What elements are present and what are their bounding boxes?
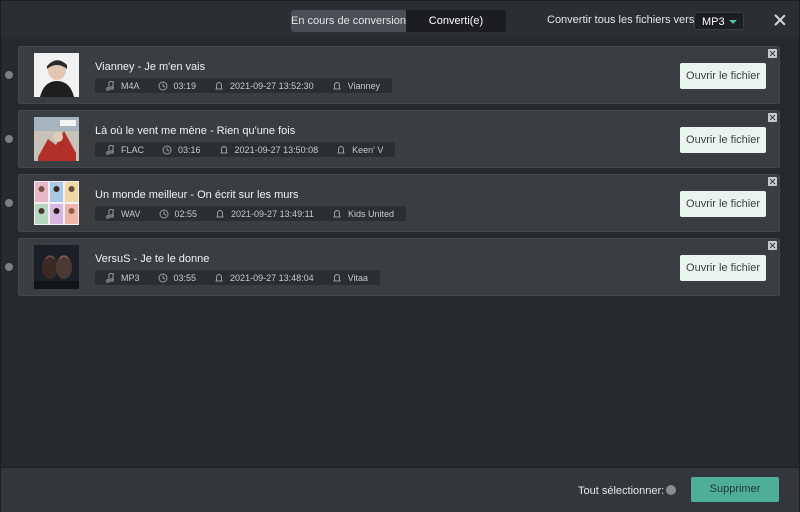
track-title: Là où le vent me mène - Rien qu'une fois	[95, 125, 296, 137]
bell-icon	[336, 145, 346, 155]
bell-icon	[332, 209, 342, 219]
chevron-down-icon	[729, 20, 737, 24]
track-card: Là où le vent me mène - Rien qu'une fois…	[18, 110, 780, 168]
artist-value: Keen' V	[352, 144, 384, 155]
delete-button[interactable]: Supprimer	[691, 477, 779, 502]
duration-value: 03:19	[173, 80, 197, 91]
artist-value: Vitaa	[347, 272, 368, 283]
select-all-radio[interactable]	[666, 485, 676, 495]
converter-window: En cours de conversion Converti(e) Conve…	[0, 0, 800, 512]
remove-item-icon[interactable]	[768, 177, 777, 186]
bell-icon	[219, 145, 229, 155]
track-meta: FLAC 03:16 2021-09-27 13:50:08 Keen' V	[95, 142, 396, 157]
track-card: VersuS - Je te le donne MP3 03:55 2021-0…	[18, 238, 780, 296]
clock-icon	[158, 273, 168, 283]
duration-value: 02:55	[174, 208, 198, 219]
bell-icon	[332, 273, 342, 283]
bell-icon	[214, 81, 224, 91]
artist-value: Vianney	[347, 80, 380, 91]
list-item: Là où le vent me mène - Rien qu'une fois…	[1, 110, 799, 170]
footer-bar: Tout sélectionner: Supprimer	[1, 467, 799, 512]
music-note-icon	[105, 271, 115, 283]
format-value: FLAC	[121, 144, 145, 155]
list-item: VersuS - Je te le donne MP3 03:55 2021-0…	[1, 238, 799, 298]
bell-icon	[214, 273, 224, 283]
album-cover	[34, 53, 79, 97]
list-item: Un monde meilleur - On écrit sur les mur…	[1, 174, 799, 234]
track-meta: MP3 03:55 2021-09-27 13:48:04 Vitaa	[95, 270, 380, 285]
open-file-button[interactable]: Ouvrir le fichier	[680, 255, 766, 281]
select-radio[interactable]	[5, 199, 13, 207]
clock-icon	[158, 81, 168, 91]
music-note-icon	[105, 207, 115, 219]
date-value: 2021-09-27 13:49:11	[231, 208, 314, 219]
clock-icon	[159, 209, 169, 219]
track-meta: M4A 03:19 2021-09-27 13:52:30 Vianney	[95, 78, 392, 93]
album-cover	[34, 181, 79, 225]
track-card: Vianney - Je m'en vais M4A 03:19 2021-09…	[18, 46, 780, 104]
convert-all-label: Convertir tous les fichiers vers:	[547, 14, 698, 26]
select-all-label: Tout sélectionner:	[578, 485, 665, 497]
music-note-icon	[105, 79, 115, 91]
select-radio[interactable]	[5, 71, 13, 79]
track-meta: WAV 02:55 2021-09-27 13:49:11 Kids Unite…	[95, 206, 406, 221]
converted-list: Vianney - Je m'en vais M4A 03:19 2021-09…	[1, 39, 799, 467]
open-file-button[interactable]: Ouvrir le fichier	[680, 63, 766, 89]
remove-item-icon[interactable]	[768, 49, 777, 58]
format-value: MP3	[121, 272, 140, 283]
artist-value: Kids United	[347, 208, 394, 219]
close-icon[interactable]	[772, 12, 788, 28]
open-file-button[interactable]: Ouvrir le fichier	[680, 191, 766, 217]
format-select[interactable]: MP3	[694, 12, 744, 30]
list-item: Vianney - Je m'en vais M4A 03:19 2021-09…	[1, 46, 799, 106]
album-cover	[34, 245, 79, 289]
bell-icon	[332, 81, 342, 91]
remove-item-icon[interactable]	[768, 241, 777, 250]
duration-value: 03:55	[173, 272, 197, 283]
format-select-value: MP3	[702, 16, 725, 28]
tab-bar: En cours de conversion Converti(e)	[291, 10, 506, 32]
select-radio[interactable]	[5, 263, 13, 271]
music-note-icon	[105, 143, 115, 155]
date-value: 2021-09-27 13:52:30	[230, 80, 314, 91]
format-value: M4A	[121, 80, 140, 91]
tab-converting[interactable]: En cours de conversion	[291, 10, 406, 32]
date-value: 2021-09-27 13:50:08	[234, 144, 319, 155]
track-title: Un monde meilleur - On écrit sur les mur…	[95, 189, 299, 201]
bell-icon	[215, 209, 225, 219]
remove-item-icon[interactable]	[768, 113, 777, 122]
track-card: Un monde meilleur - On écrit sur les mur…	[18, 174, 780, 232]
open-file-button[interactable]: Ouvrir le fichier	[680, 127, 766, 153]
select-radio[interactable]	[5, 135, 13, 143]
clock-icon	[162, 145, 172, 155]
track-title: VersuS - Je te le donne	[95, 253, 210, 265]
tab-converted[interactable]: Converti(e)	[406, 10, 506, 32]
track-title: Vianney - Je m'en vais	[95, 61, 206, 73]
album-cover	[34, 117, 79, 161]
format-value: WAV	[121, 208, 141, 219]
title-bar: En cours de conversion Converti(e) Conve…	[1, 1, 799, 39]
date-value: 2021-09-27 13:48:04	[230, 272, 314, 283]
duration-value: 03:16	[178, 144, 201, 155]
